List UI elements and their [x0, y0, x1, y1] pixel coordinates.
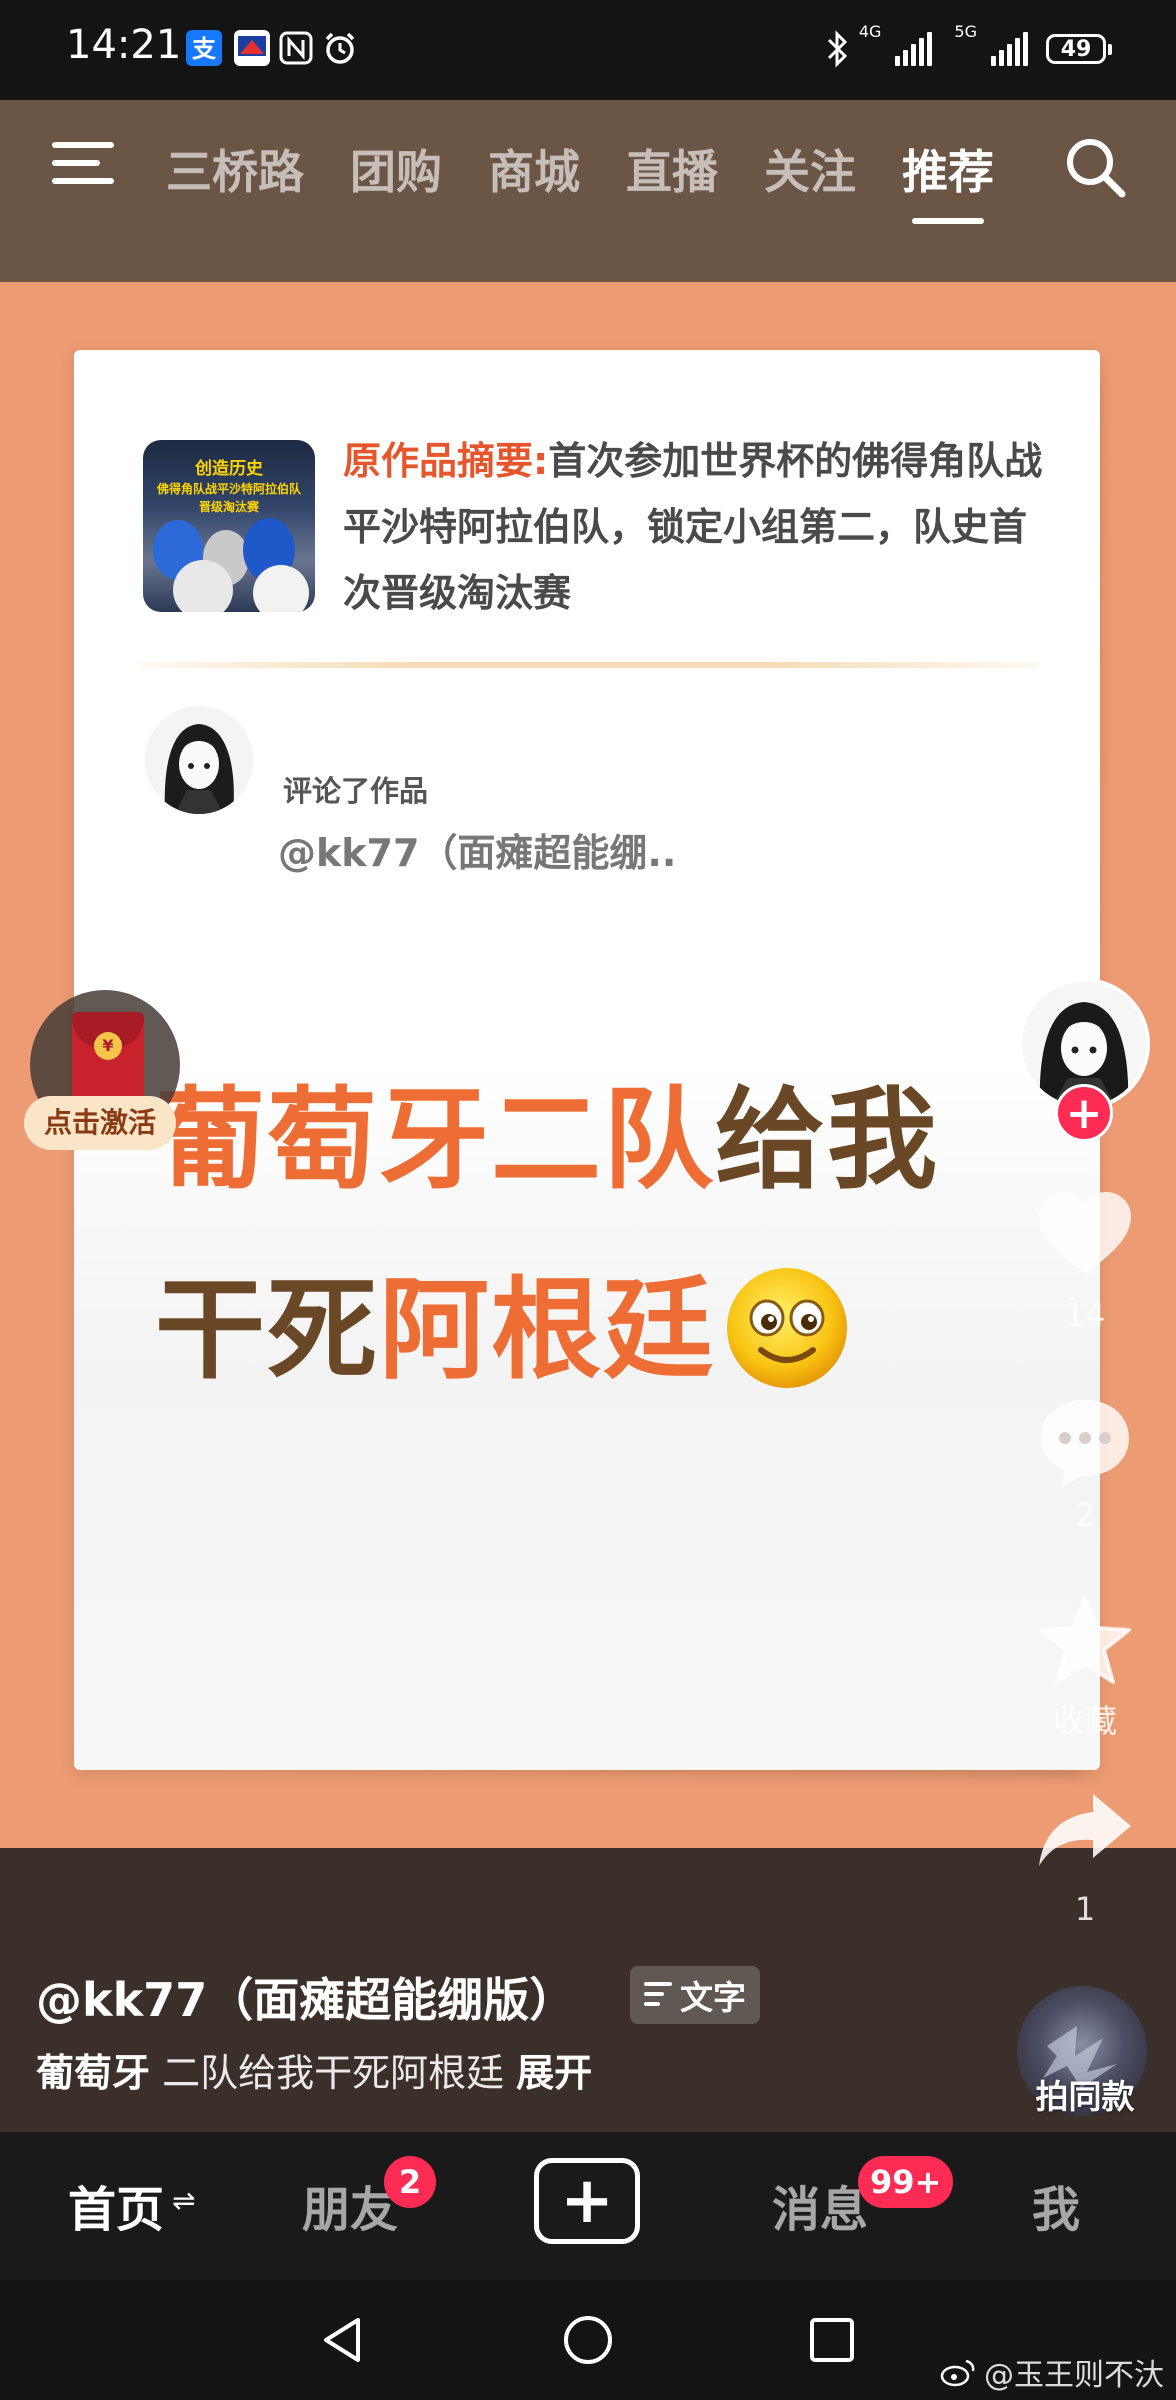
like-heart-icon[interactable]: [1035, 1186, 1135, 1286]
status-right: 4G 5G 49: [825, 22, 1112, 74]
battery-level: 49: [1060, 36, 1092, 62]
tab-recommended[interactable]: 推荐: [902, 136, 994, 224]
weibo-watermark: @玉王则不汏: [940, 2350, 1164, 2394]
home-circle-icon[interactable]: [562, 2314, 614, 2366]
plus-icon: +: [560, 2164, 614, 2238]
caption-bold: 葡萄牙: [36, 2051, 151, 2095]
bottom-tab-bar: 首页 ⇌ 朋友 2 + 消息 99+ 我: [0, 2132, 1176, 2280]
alarm-icon: [322, 30, 358, 66]
nfc-icon: [278, 30, 314, 66]
like-count: 14: [1064, 1296, 1106, 1334]
share-icon[interactable]: [1035, 1782, 1135, 1882]
share-count: 1: [1074, 1890, 1096, 1928]
create-button[interactable]: +: [534, 2158, 640, 2244]
headline-2-orange: 阿根廷: [379, 1266, 715, 1394]
commented-label: 评论了作品: [283, 774, 429, 808]
status-time: 14:21: [66, 22, 182, 68]
headline-1-orange: 葡萄牙二队: [155, 1076, 715, 1204]
messages-badge: 99+: [858, 2156, 954, 2208]
text-lines-icon: [644, 1982, 672, 2008]
headline-1-brown: 给我: [715, 1076, 939, 1204]
top-nav: 三桥路 团购 商城 直播 关注 推荐: [0, 100, 1176, 282]
favorite-label: 收藏: [1052, 1702, 1117, 1740]
caption-text: 二队给我干死阿根廷: [150, 2051, 505, 2095]
headline-line-1: 葡萄牙二队给我: [155, 1045, 1075, 1235]
recents-square-icon[interactable]: [808, 2316, 856, 2364]
envelope-coin: ¥: [94, 1032, 122, 1060]
thumb-title: 创造历史: [195, 459, 263, 479]
comment-count: 2: [1074, 1496, 1096, 1534]
comment-icon[interactable]: [1035, 1392, 1135, 1492]
app-notification-icon: [234, 30, 270, 66]
thumb-subtitle: 佛得角队战平沙特阿拉伯队: [156, 482, 301, 496]
svg-text:支: 支: [192, 35, 217, 63]
author-handle[interactable]: @kk77（面瘫超能绷版）: [36, 1964, 575, 2030]
headline-2-brown: 干死: [155, 1266, 379, 1394]
watermark-text: @玉王则不汏: [984, 2358, 1164, 2393]
tab-me[interactable]: 我: [1032, 2170, 1080, 2240]
tab-sanqiaolu[interactable]: 三桥路: [166, 136, 304, 224]
thumb-subtitle-2: 晋级淘汰赛: [198, 500, 259, 514]
weibo-logo-icon: [940, 2359, 975, 2387]
tab-live[interactable]: 直播: [626, 136, 718, 224]
tab-following[interactable]: 关注: [764, 136, 856, 224]
home-swap-icon[interactable]: ⇌: [172, 2184, 195, 2217]
same-style-label[interactable]: 拍同款: [1010, 2070, 1160, 2118]
text-mode-button[interactable]: 文字: [630, 1966, 760, 2024]
tab-mall[interactable]: 商城: [488, 136, 580, 224]
original-video-thumbnail[interactable]: 创造历史 佛得角队战平沙特阿拉伯队 晋级淘汰赛: [143, 440, 315, 612]
envelope-close-icon[interactable]: ×: [160, 975, 182, 1005]
bluetooth-icon: [827, 30, 847, 68]
tab-group-buy[interactable]: 团购: [350, 136, 442, 224]
network-2-label: 5G: [954, 22, 977, 41]
battery-indicator: 49: [1046, 34, 1112, 64]
original-summary: 原作品摘要:首次参加世界杯的佛得角队战平沙特阿拉伯队，锁定小组第二，队史首次晋级…: [343, 428, 1043, 626]
tab-home[interactable]: 首页: [68, 2170, 164, 2240]
expand-link[interactable]: 展开: [516, 2051, 592, 2095]
network-1-label: 4G: [858, 22, 882, 41]
friends-badge: 2: [384, 2156, 436, 2208]
search-icon[interactable]: [1062, 134, 1128, 200]
nav-tabs: 三桥路 团购 商城 直播 关注 推荐: [166, 136, 1040, 224]
tab-messages[interactable]: 消息: [772, 2170, 868, 2240]
divider: [140, 662, 1040, 668]
favorite-star-icon[interactable]: [1035, 1592, 1135, 1692]
envelope-activate-label[interactable]: 点击激活: [24, 1096, 176, 1150]
follow-button[interactable]: +: [1055, 1084, 1113, 1142]
commenter-avatar[interactable]: [145, 706, 253, 814]
main-headline: 葡萄牙二队给我 干死阿根廷: [155, 1045, 1075, 1425]
alipay-icon: 支: [186, 30, 222, 66]
menu-icon[interactable]: [52, 142, 114, 192]
video-caption: 葡萄牙 二队给我干死阿根廷 展开: [36, 2042, 592, 2097]
signal-1-icon: [895, 32, 933, 66]
smiling-face-emoji: [727, 1267, 847, 1388]
signal-2-icon: [991, 32, 1028, 66]
headline-line-2: 干死阿根廷: [155, 1235, 1075, 1425]
commenter-handle[interactable]: @kk77（面瘫超能绷..: [278, 822, 676, 877]
status-bar: 14:21 支 4G 5G 49: [0, 0, 1176, 100]
text-mode-label: 文字: [680, 1978, 746, 2017]
summary-label: 原作品摘要:: [343, 439, 549, 483]
back-icon[interactable]: [318, 2314, 366, 2366]
